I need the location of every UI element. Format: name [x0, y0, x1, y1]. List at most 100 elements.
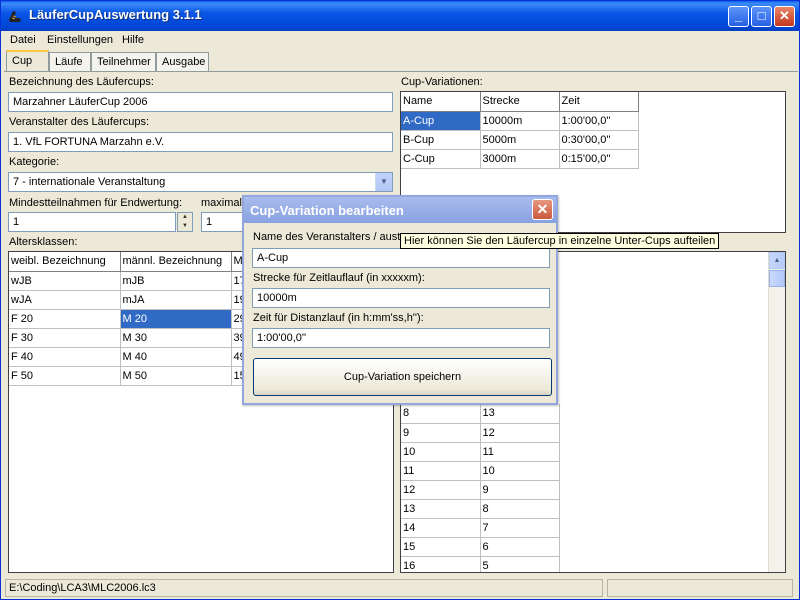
chevron-down-icon[interactable]: ▼ — [375, 173, 392, 191]
pt-cell[interactable]: 9 — [401, 423, 481, 443]
menu-datei[interactable]: Datei — [10, 34, 36, 46]
pt-cell[interactable]: 12 — [480, 423, 560, 443]
dialog-close-button[interactable]: ✕ — [532, 199, 553, 220]
tab-cup[interactable]: Cup — [6, 50, 49, 71]
pt-cell[interactable]: 15 — [401, 537, 481, 557]
dialog-title-bar[interactable]: Cup-Variation bearbeiten ✕ — [244, 197, 556, 223]
pt-cell[interactable]: 7 — [480, 518, 560, 538]
cv-cell[interactable]: 1:00'00,0'' — [559, 111, 639, 131]
tab-teilnehmer[interactable]: Teilnehmer — [91, 52, 156, 71]
ak-cell[interactable]: M 50 — [120, 366, 232, 386]
ak-cell[interactable]: F 40 — [9, 347, 121, 367]
cv-header-strecke[interactable]: Strecke — [480, 92, 560, 112]
mindest-field[interactable]: 1 — [8, 212, 176, 232]
kategorie-value: 7 - internationale Veranstaltung — [13, 176, 166, 188]
spin-down-icon[interactable]: ▼ — [178, 222, 192, 231]
mindest-spinner[interactable]: ▲ ▼ — [177, 212, 193, 232]
pt-row[interactable]: 9 12 — [401, 423, 560, 443]
cv-header-zeit[interactable]: Zeit — [559, 92, 639, 112]
pt-cell[interactable]: 10 — [401, 442, 481, 462]
cv-header-name[interactable]: Name — [401, 92, 481, 112]
pt-cell[interactable]: 13 — [480, 404, 560, 424]
veranstalter-field[interactable]: 1. VfL FORTUNA Marzahn e.V. — [8, 132, 393, 152]
title-bar[interactable]: LäuferCupAuswertung 3.1.1 _ □ ✕ — [1, 1, 799, 31]
punkte-table: 8 13 9 12 10 11 11 10 12 9 13 8 14 7 15 6 16 5 — [401, 404, 560, 572]
ak-cell[interactable]: M 20 — [120, 309, 232, 329]
ak-row[interactable]: F 40 M 40 49 — [9, 347, 262, 367]
ak-row[interactable]: wJB mJB 17 — [9, 271, 262, 291]
ak-cell[interactable]: mJB — [120, 271, 232, 291]
ak-header-weibl[interactable]: weibl. Bezeichnung — [9, 252, 121, 272]
pt-cell[interactable]: 5 — [480, 556, 560, 572]
pt-cell[interactable]: 11 — [401, 461, 481, 481]
cv-cell[interactable]: B-Cup — [401, 130, 481, 150]
pt-cell[interactable]: 10 — [480, 461, 560, 481]
ak-cell[interactable]: wJB — [9, 271, 121, 291]
cv-cell[interactable]: 5000m — [480, 130, 560, 150]
maximize-button[interactable]: □ — [751, 6, 772, 27]
pt-cell[interactable]: 6 — [480, 537, 560, 557]
ak-row[interactable]: wJA mJA 19 — [9, 290, 262, 310]
scroll-thumb[interactable] — [769, 270, 785, 287]
close-button[interactable]: ✕ — [774, 6, 795, 27]
pt-cell[interactable]: 14 — [401, 518, 481, 538]
dialog-name-label: Name des Veranstalters / austra — [253, 231, 411, 243]
ak-cell[interactable]: F 30 — [9, 328, 121, 348]
dialog-name-field[interactable]: A-Cup — [252, 248, 550, 268]
pt-cell[interactable]: 9 — [480, 480, 560, 500]
tab-divider — [4, 71, 798, 72]
pt-cell[interactable]: 16 — [401, 556, 481, 572]
pt-cell[interactable]: 12 — [401, 480, 481, 500]
pt-row[interactable]: 16 5 — [401, 556, 560, 572]
ak-row[interactable]: F 30 M 30 39 — [9, 328, 262, 348]
pt-row[interactable]: 12 9 — [401, 480, 560, 500]
tab-laeufe[interactable]: Läufe — [49, 52, 91, 71]
tab-ausgabe[interactable]: Ausgabe — [156, 52, 209, 71]
pt-row[interactable]: 10 11 — [401, 442, 560, 462]
ak-cell[interactable]: F 50 — [9, 366, 121, 386]
dialog-strecke-field[interactable]: 10000m — [252, 288, 550, 308]
cv-cell[interactable]: A-Cup — [401, 111, 481, 131]
cv-cell[interactable]: C-Cup — [401, 149, 481, 169]
spin-up-icon[interactable]: ▲ — [178, 213, 192, 222]
cv-cell[interactable]: 0:15'00,0'' — [559, 149, 639, 169]
kategorie-label: Kategorie: — [9, 156, 60, 168]
save-variation-button[interactable]: Cup-Variation speichern — [253, 358, 552, 396]
pt-row[interactable]: 13 8 — [401, 499, 560, 519]
bezeichnung-field[interactable]: Marzahner LäuferCup 2006 — [8, 92, 393, 112]
pt-cell[interactable]: 13 — [401, 499, 481, 519]
veranstalter-label: Veranstalter des Läufercups: — [9, 116, 150, 128]
ak-cell[interactable]: wJA — [9, 290, 121, 310]
ak-cell[interactable]: F 20 — [9, 309, 121, 329]
ak-row[interactable]: F 20 M 20 29 — [9, 309, 262, 329]
ak-row[interactable]: F 50 M 50 15 — [9, 366, 262, 386]
dialog-zeit-field[interactable]: 1:00'00,0'' — [252, 328, 550, 348]
pt-cell[interactable]: 8 — [480, 499, 560, 519]
maximale-field[interactable]: 1 — [201, 212, 245, 232]
minimize-button[interactable]: _ — [728, 6, 749, 27]
cv-cell[interactable]: 10000m — [480, 111, 560, 131]
ak-header-maennl[interactable]: männl. Bezeichnung — [120, 252, 232, 272]
kategorie-select[interactable]: 7 - internationale Veranstaltung ▼ — [8, 172, 393, 192]
ak-cell[interactable]: mJA — [120, 290, 232, 310]
scroll-up-icon[interactable]: ▲ — [769, 252, 785, 269]
pt-row[interactable]: 15 6 — [401, 537, 560, 557]
pt-cell[interactable]: 11 — [480, 442, 560, 462]
cv-cell[interactable]: 3000m — [480, 149, 560, 169]
pt-row[interactable]: 14 7 — [401, 518, 560, 538]
pt-row[interactable]: 11 10 — [401, 461, 560, 481]
ak-cell[interactable]: M 40 — [120, 347, 232, 367]
punkte-scrollbar[interactable]: ▲ — [768, 252, 785, 572]
cv-cell[interactable]: 0:30'00,0'' — [559, 130, 639, 150]
bezeichnung-label: Bezeichnung des Läufercups: — [9, 76, 154, 88]
cupvar-table: Name Strecke Zeit A-Cup 10000m 1:00'00,0''… — [401, 92, 639, 169]
cv-row[interactable]: A-Cup 10000m 1:00'00,0'' — [401, 111, 639, 131]
ak-cell[interactable]: M 30 — [120, 328, 232, 348]
menu-hilfe[interactable]: Hilfe — [122, 34, 144, 46]
cv-row[interactable]: C-Cup 3000m 0:15'00,0'' — [401, 149, 639, 169]
menu-einstellungen[interactable]: Einstellungen — [47, 34, 113, 46]
pt-cell[interactable]: 8 — [401, 404, 481, 424]
altersklassen-label: Altersklassen: — [9, 236, 78, 248]
cv-row[interactable]: B-Cup 5000m 0:30'00,0'' — [401, 130, 639, 150]
pt-row[interactable]: 8 13 — [401, 404, 560, 424]
